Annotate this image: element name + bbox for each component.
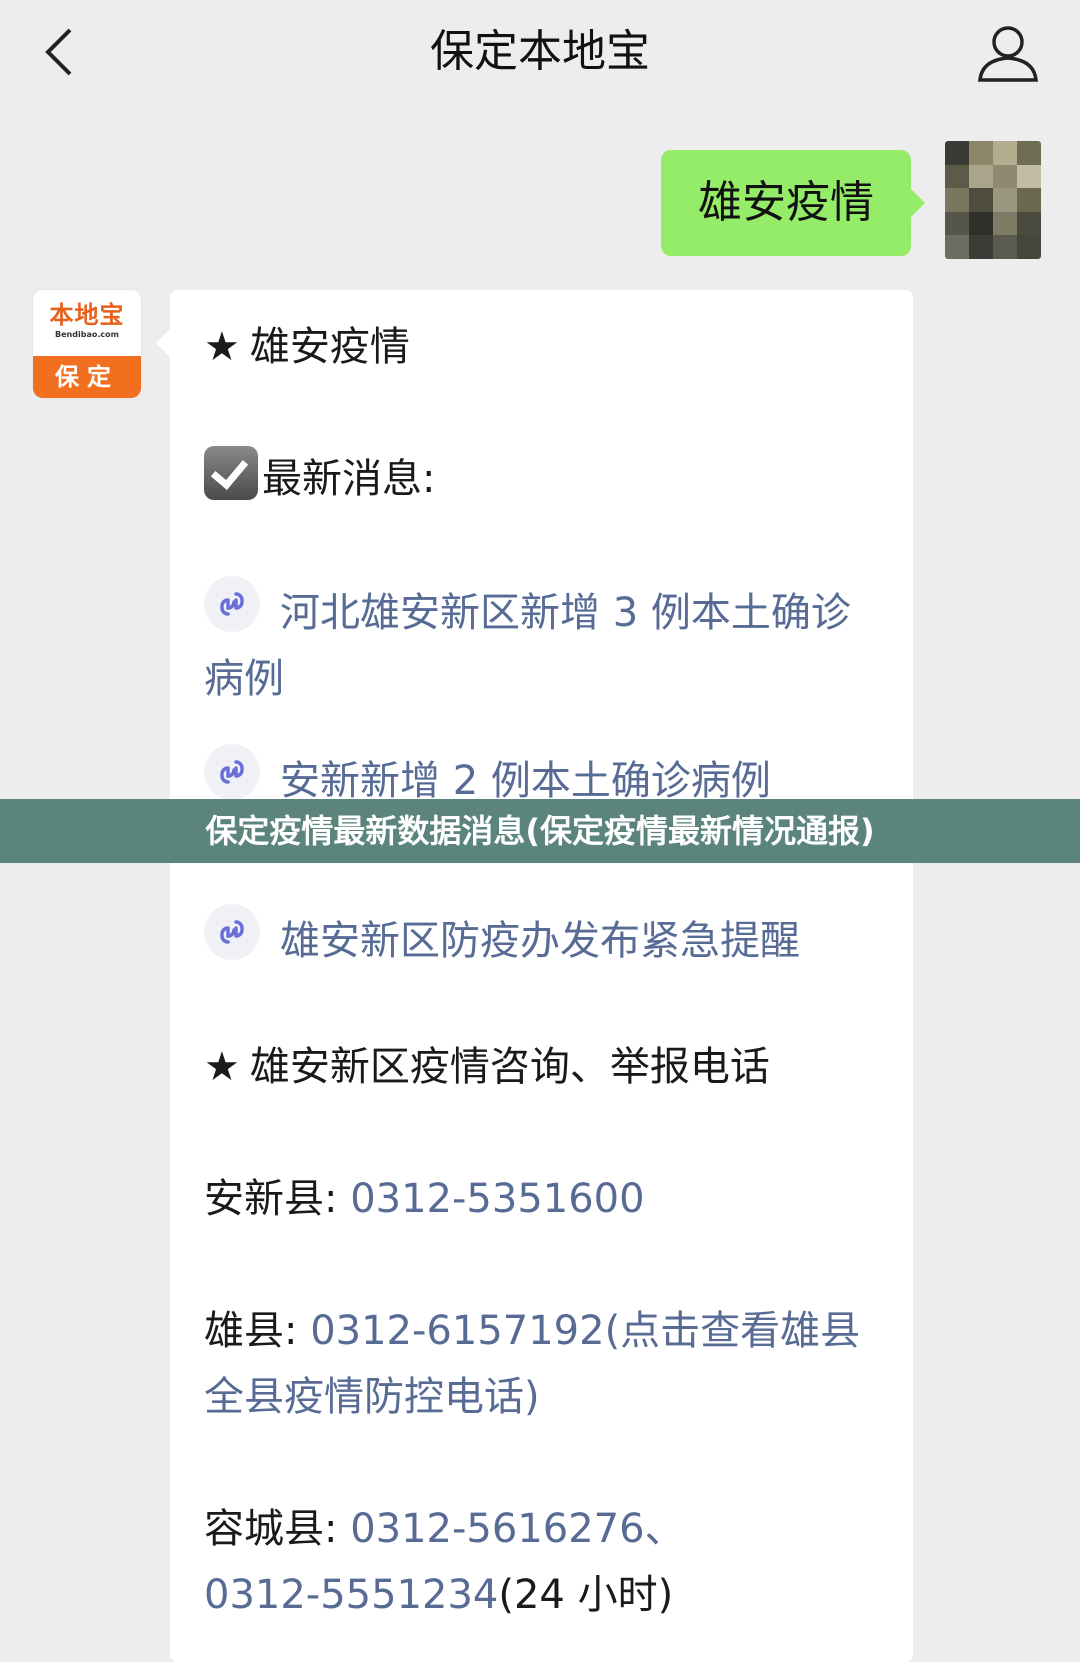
top-nav-bar: 保定本地宝 (0, 0, 1080, 108)
mini-program-link-icon (204, 904, 260, 960)
rongcheng-phone-link-2[interactable]: 0312-5551234 (204, 1572, 498, 1618)
rongcheng-phone-link-1[interactable]: 0312-5616276、 (350, 1506, 684, 1552)
xiong-phone-link[interactable]: 0312-6157192 (310, 1308, 604, 1354)
logo-domain-text: Bendibao.com (55, 330, 119, 339)
logo-city-text: 保定 (33, 356, 141, 398)
overlay-title-banner: 保定疫情最新数据消息(保定疫情最新情况通报) (0, 799, 1080, 863)
xiong-hotline: 雄县: 0312-6157192(点击查看雄县全县疫情防控电话) (204, 1308, 861, 1420)
rongcheng-hotline: 容城县: 0312-5616276、 0312-5551234(24 小时) (204, 1506, 685, 1618)
profile-button[interactable] (974, 20, 1042, 88)
anxin-hotline: 安新县: 0312-5351600 (204, 1176, 645, 1222)
rongcheng-note: (24 小时) (498, 1572, 674, 1618)
user-message-bubble[interactable]: 雄安疫情 (661, 150, 925, 256)
user-avatar[interactable] (945, 141, 1041, 259)
latest-news-label: 最新消息: (204, 446, 884, 512)
profile-icon (978, 26, 1038, 82)
mini-program-link-icon (204, 744, 260, 800)
page-title: 保定本地宝 (430, 26, 650, 77)
mini-program-link-icon (204, 576, 260, 632)
logo-top: 本地宝 Bendibao.com (33, 290, 141, 356)
logo-brand-text: 本地宝 (49, 301, 125, 329)
heading-hotlines: ★ 雄安新区疫情咨询、举报电话 (204, 1034, 884, 1100)
news-link-3[interactable]: 雄安新区防疫办发布紧急提醒 (204, 904, 884, 974)
anxin-phone-link[interactable]: 0312-5351600 (350, 1176, 644, 1222)
bot-message-card: ★ 雄安疫情 最新消息: 河北雄安新区新增 3 例本土确诊病例 安新新增 2 例本… (156, 290, 913, 1662)
star-icon: ★ (204, 1044, 240, 1090)
star-icon: ★ (204, 324, 240, 370)
bot-avatar-logo[interactable]: 本地宝 Bendibao.com 保定 (33, 290, 141, 398)
checkbox-icon (204, 446, 258, 500)
news-link-1[interactable]: 河北雄安新区新增 3 例本土确诊病例 (204, 576, 884, 712)
heading-xiongan-epidemic: ★ 雄安疫情 (204, 314, 884, 380)
